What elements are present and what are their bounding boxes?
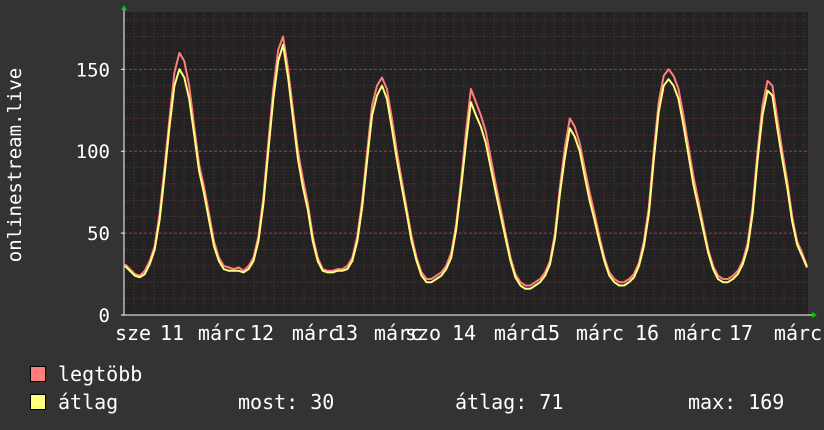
legend-swatch-legtobb	[30, 366, 46, 382]
legend-swatch-atlag	[30, 394, 46, 410]
x-tick-label: 16	[635, 321, 659, 345]
y-tick-label: 50	[87, 223, 110, 245]
y-tick-label: 150	[76, 59, 110, 81]
x-tick-label: sze	[115, 321, 151, 345]
y-tick-label: 0	[99, 305, 110, 327]
legend-item-atlag: átlag	[30, 390, 118, 414]
x-tick-label: 13	[334, 321, 358, 345]
stat-now: most: 30	[238, 390, 335, 414]
y-axis-arrow	[121, 5, 127, 10]
x-tick-label: 14	[452, 321, 476, 345]
x-axis-arrow	[812, 312, 817, 318]
legend-label-atlag: átlag	[58, 390, 119, 414]
legend-label-legtobb: legtöbb	[58, 362, 143, 386]
x-tick-label: márc	[292, 321, 340, 345]
x-tick-label: 12	[250, 321, 274, 345]
stat-max: max: 169	[688, 390, 785, 414]
y-axis-label: onlinestream.live	[4, 67, 26, 263]
x-tick-label: márc	[494, 321, 542, 345]
x-tick-label: 15	[536, 321, 560, 345]
x-tick-label: márc	[774, 321, 822, 345]
legend-item-legtobb: legtöbb	[30, 362, 142, 386]
x-tick-label: szo	[405, 321, 441, 345]
x-tick-label: márc	[198, 321, 246, 345]
x-tick-label: 17	[729, 321, 753, 345]
x-tick-label: 11	[160, 321, 184, 345]
stat-average: átlag: 71	[455, 390, 564, 414]
y-tick-label: 100	[76, 141, 110, 163]
y-axis-title: onlinestream.live	[2, 0, 28, 330]
x-tick-label: márc	[674, 321, 722, 345]
x-tick-label: márc	[576, 321, 624, 345]
